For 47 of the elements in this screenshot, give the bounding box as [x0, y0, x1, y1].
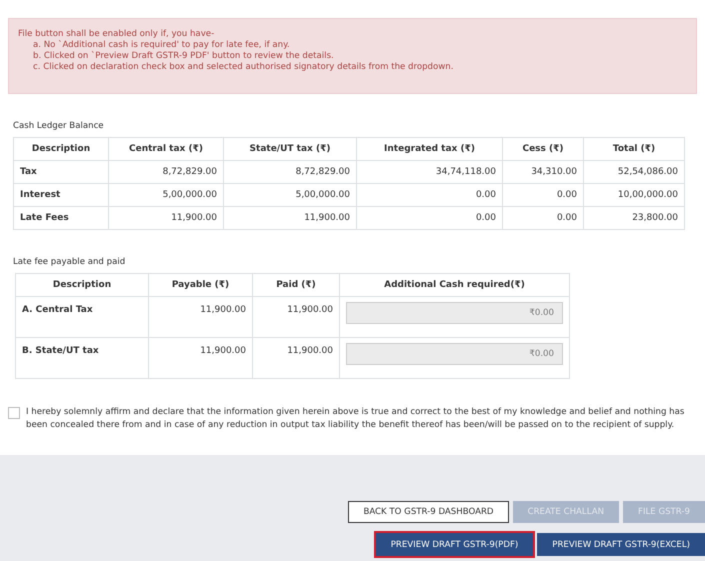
action-button[interactable]: PREVIEW DRAFT GSTR-9(EXCEL) — [537, 533, 705, 556]
notice-item: c. Clicked on declaration check box and selected authorised signatory details from the dropdown. — [32, 62, 454, 73]
table-cell: 0.00 — [476, 213, 496, 223]
section-title: Late fee payable and paid — [13, 257, 126, 267]
table-cell: 11,900.00 — [200, 305, 246, 315]
column-header: Integrated tax (₹) — [384, 144, 475, 154]
column-header: State/UT tax (₹) — [250, 144, 330, 154]
notice-item: b. Clicked on `Preview Draft GSTR-9 PDF' button to review the details. — [32, 51, 335, 62]
column-header: Cess (₹) — [522, 144, 564, 154]
table-cell: 52,54,086.00 — [618, 167, 678, 177]
notice-text: File button shall be enabled only if, you have- — [18, 29, 216, 40]
table-cell: 5,00,000.00 — [296, 190, 350, 200]
input-field[interactable]: ₹0.00 — [346, 343, 563, 365]
table-cell: 11,900.00 — [304, 213, 350, 223]
row-label: B. State/UT tax — [22, 346, 99, 356]
column-header: Additional Cash required(₹) — [384, 280, 525, 290]
table-cell: 23,800.00 — [632, 213, 678, 223]
table-cell: 11,900.00 — [287, 346, 333, 356]
row-label: Interest — [20, 190, 60, 200]
table-cell: 5,00,000.00 — [162, 190, 217, 200]
input-field[interactable]: ₹0.00 — [346, 302, 563, 324]
column-header: Central tax (₹) — [129, 144, 203, 154]
action-button[interactable]: PREVIEW DRAFT GSTR-9(PDF) — [376, 533, 534, 556]
row-label: Late Fees — [20, 213, 69, 223]
table-cell: 0.00 — [556, 213, 577, 223]
table-cell: 11,900.00 — [171, 213, 217, 223]
section-title: Cash Ledger Balance — [13, 121, 105, 131]
declaration-text: I hereby solemnly affirm and declare that the information given herein above is true and correct to the best of my knowledge and belief and nothing has been concealed there from and in case of any reduction in output tax liability the benefit thereof has been/will be passed on to the recipient of supply. — [26, 406, 686, 432]
row-label: Tax — [20, 167, 37, 177]
table-cell: 10,00,000.00 — [618, 190, 678, 200]
table-cell: 34,310.00 — [531, 167, 577, 177]
table-cell: 11,900.00 — [287, 305, 333, 315]
column-header: Description — [52, 280, 112, 290]
action-button[interactable]: BACK TO GSTR-9 DASHBOARD — [348, 501, 509, 523]
column-header: Total (₹) — [612, 144, 656, 154]
table-cell: 0.00 — [476, 190, 496, 200]
table-cell: 0.00 — [556, 190, 577, 200]
table-cell: 8,72,829.00 — [162, 167, 217, 177]
column-header: Payable (₹) — [172, 280, 230, 290]
notice-item: a. No `Additional cash is required' to pay for late fee, if any. — [32, 40, 291, 51]
column-header: Paid (₹) — [276, 280, 316, 290]
checkbox[interactable] — [8, 407, 20, 419]
table-cell: 8,72,829.00 — [296, 167, 350, 177]
table-cell: 34,74,118.00 — [436, 167, 496, 177]
table-cell: 11,900.00 — [200, 346, 246, 356]
column-header: Description — [32, 144, 90, 154]
row-label: A. Central Tax — [22, 305, 93, 315]
